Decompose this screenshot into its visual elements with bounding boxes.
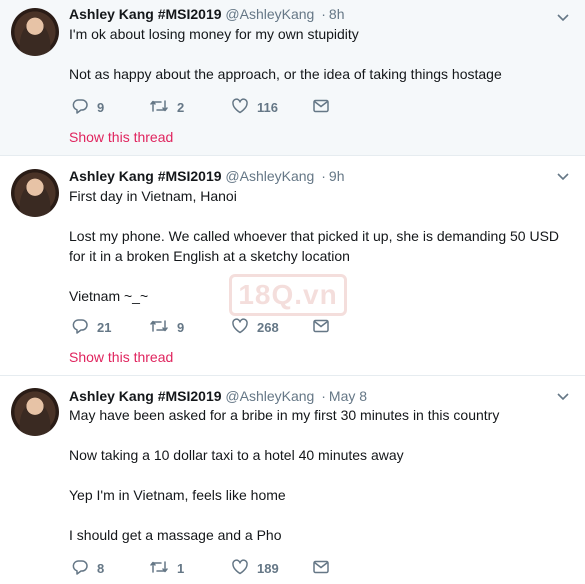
retweet-button[interactable]: 1 bbox=[149, 558, 184, 578]
display-name[interactable]: Ashley Kang #MSI2019 bbox=[69, 168, 222, 184]
tweet-line: I'm ok about losing money for my own stu… bbox=[69, 26, 359, 42]
show-thread-link[interactable]: Show this thread bbox=[69, 348, 173, 366]
tweet[interactable]: Ashley Kang #MSI2019 @AshleyKang · May 8 … bbox=[0, 376, 585, 584]
like-icon bbox=[231, 558, 249, 579]
retweet-button[interactable]: 9 bbox=[149, 317, 184, 337]
like-count: 189 bbox=[257, 560, 279, 576]
user-handle[interactable]: @AshleyKang bbox=[225, 388, 314, 404]
tweet-actions: 8 1 189 bbox=[69, 558, 369, 578]
reply-icon bbox=[71, 97, 89, 118]
reply-count: 9 bbox=[97, 99, 105, 115]
tweet-header: Ashley Kang #MSI2019 @AshleyKang · May 8 bbox=[69, 387, 585, 405]
chevron-down-icon[interactable] bbox=[556, 390, 570, 404]
direct-message-button[interactable] bbox=[312, 317, 330, 337]
avatar[interactable] bbox=[11, 169, 59, 217]
tweet-header: Ashley Kang #MSI2019 @AshleyKang · 9h bbox=[69, 167, 585, 185]
tweet-line: May have been asked for a bribe in my fi… bbox=[69, 407, 500, 423]
like-count: 116 bbox=[257, 99, 278, 115]
separator-dot: · bbox=[321, 388, 326, 404]
tweet-actions: 21 9 268 bbox=[69, 317, 369, 337]
direct-message-button[interactable] bbox=[312, 97, 330, 117]
reply-count: 21 bbox=[97, 319, 112, 335]
reply-icon bbox=[71, 558, 89, 579]
chevron-down-icon[interactable] bbox=[556, 11, 570, 25]
separator-dot: · bbox=[321, 168, 326, 184]
reply-button[interactable]: 9 bbox=[71, 97, 104, 117]
tweet-line: First day in Vietnam, Hanoi bbox=[69, 188, 237, 204]
retweet-count: 2 bbox=[177, 99, 185, 115]
tweet-line: Yep I'm in Vietnam, feels like home bbox=[69, 487, 286, 503]
retweet-icon bbox=[149, 97, 169, 118]
timestamp[interactable]: May 8 bbox=[329, 388, 367, 404]
timestamp[interactable]: 8h bbox=[329, 6, 345, 22]
direct-message-button[interactable] bbox=[312, 558, 330, 578]
reply-icon bbox=[71, 317, 89, 338]
retweet-count: 9 bbox=[177, 319, 185, 335]
show-thread-link[interactable]: Show this thread bbox=[69, 128, 173, 146]
like-button[interactable]: 189 bbox=[231, 558, 279, 578]
user-handle[interactable]: @AshleyKang bbox=[225, 168, 314, 184]
tweet-line: Not as happy about the approach, or the … bbox=[69, 66, 502, 82]
retweet-count: 1 bbox=[177, 560, 185, 576]
reply-count: 8 bbox=[97, 560, 105, 576]
avatar[interactable] bbox=[11, 388, 59, 436]
chevron-down-icon[interactable] bbox=[556, 170, 570, 184]
display-name[interactable]: Ashley Kang #MSI2019 bbox=[69, 388, 222, 404]
tweet-actions: 9 2 116 bbox=[69, 97, 369, 117]
like-icon bbox=[231, 97, 249, 118]
retweet-icon bbox=[149, 317, 169, 338]
avatar[interactable] bbox=[11, 8, 59, 56]
like-button[interactable]: 116 bbox=[231, 97, 278, 117]
tweet-feed: Ashley Kang #MSI2019 @AshleyKang · 8h I'm… bbox=[0, 0, 585, 584]
retweet-button[interactable]: 2 bbox=[149, 97, 184, 117]
like-count: 268 bbox=[257, 319, 279, 335]
tweet[interactable]: Ashley Kang #MSI2019 @AshleyKang · 9h Fir… bbox=[0, 156, 585, 376]
tweet-text: First day in Vietnam, Hanoi Lost my phon… bbox=[69, 186, 575, 306]
like-button[interactable]: 268 bbox=[231, 317, 279, 337]
tweet-text: I'm ok about losing money for my own stu… bbox=[69, 24, 575, 84]
tweet-line: Lost my phone. We called whoever that pi… bbox=[69, 228, 560, 264]
direct-message-icon bbox=[312, 317, 330, 338]
timestamp[interactable]: 9h bbox=[329, 168, 345, 184]
reply-button[interactable]: 8 bbox=[71, 558, 104, 578]
like-icon bbox=[231, 317, 249, 338]
tweet[interactable]: Ashley Kang #MSI2019 @AshleyKang · 8h I'm… bbox=[0, 0, 585, 156]
separator-dot: · bbox=[321, 6, 326, 22]
tweet-line: I should get a massage and a Pho bbox=[69, 527, 282, 543]
direct-message-icon bbox=[312, 558, 330, 579]
reply-button[interactable]: 21 bbox=[71, 317, 111, 337]
tweet-header: Ashley Kang #MSI2019 @AshleyKang · 8h bbox=[69, 5, 585, 23]
tweet-line: Vietnam ~_~ bbox=[69, 288, 149, 304]
display-name[interactable]: Ashley Kang #MSI2019 bbox=[69, 6, 222, 22]
retweet-icon bbox=[149, 558, 169, 579]
tweet-line: Now taking a 10 dollar taxi to a hotel 4… bbox=[69, 447, 404, 463]
user-handle[interactable]: @AshleyKang bbox=[225, 6, 314, 22]
tweet-text: May have been asked for a bribe in my fi… bbox=[69, 405, 575, 545]
direct-message-icon bbox=[312, 97, 330, 118]
